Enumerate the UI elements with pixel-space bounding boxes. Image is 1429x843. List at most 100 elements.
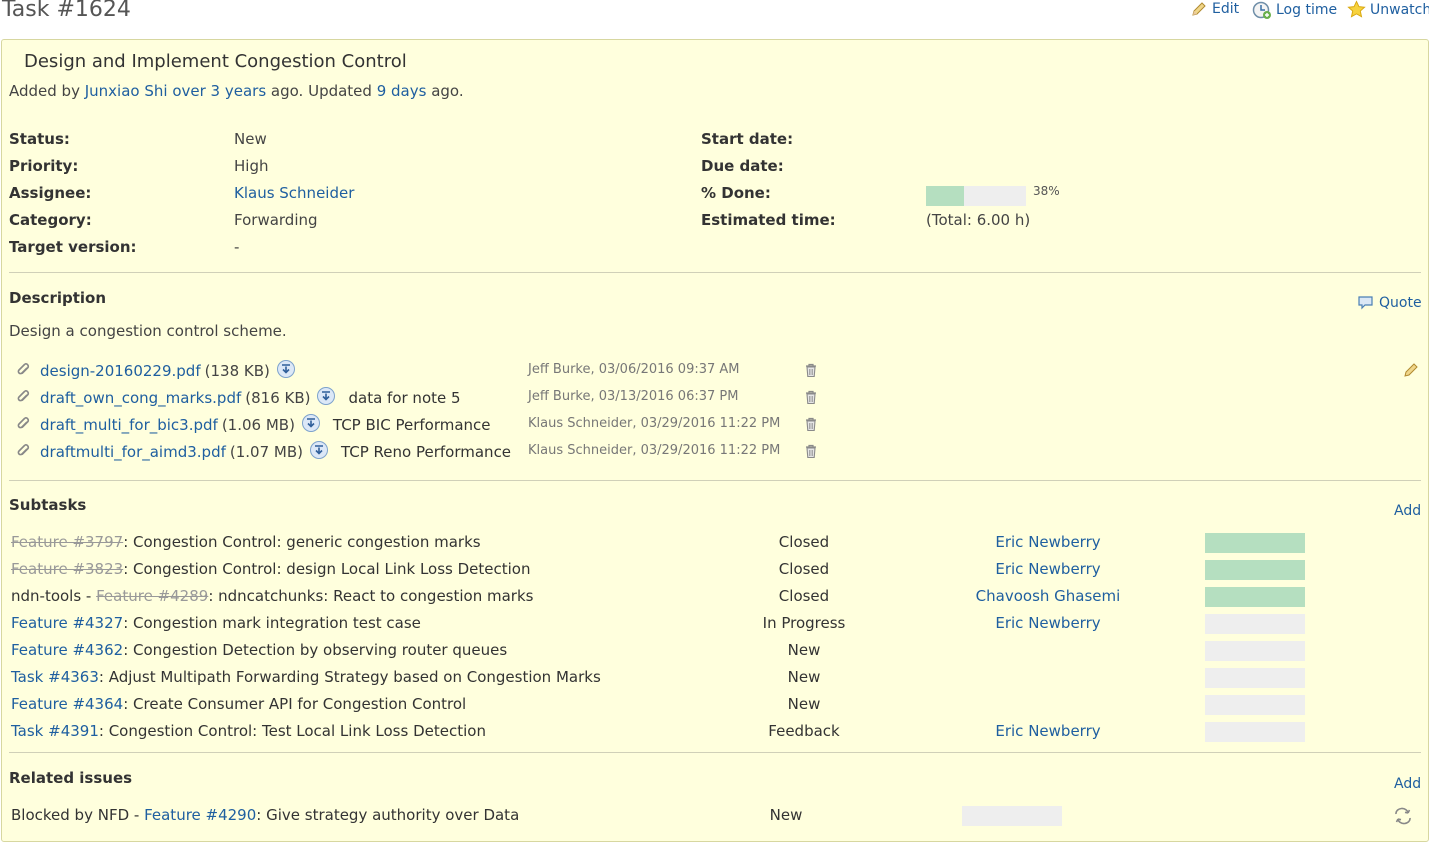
- assignee-link[interactable]: Klaus Schneider: [234, 184, 354, 202]
- attachment-row: draft_multi_for_bic3.pdf (1.06 MB) TCP BIC…: [14, 413, 491, 437]
- relation-title: : Give strategy authority over Data: [256, 806, 520, 824]
- done-progress-fill: [926, 186, 964, 206]
- subtask-subject: Feature #3823: Congestion Control: desig…: [11, 560, 531, 578]
- divider: [9, 272, 1421, 273]
- download-icon[interactable]: [276, 359, 296, 383]
- done-progress-bar: [926, 186, 1026, 206]
- quote-label[interactable]: Quote: [1379, 295, 1422, 311]
- status-value: New: [234, 130, 267, 148]
- assignee-label: Assignee:: [9, 184, 92, 202]
- author-prefix: Added by: [9, 82, 85, 100]
- subtask-assignee[interactable]: Eric Newberry: [948, 722, 1148, 740]
- trash-icon[interactable]: [804, 416, 818, 436]
- attachment-row: draftmulti_for_aimd3.pdf (1.07 MB) TCP Ren…: [14, 440, 511, 464]
- subtask-title: : Congestion Control: design Local Link …: [123, 560, 531, 578]
- attachment-link[interactable]: draftmulti_for_aimd3.pdf: [40, 443, 226, 461]
- log-time-link[interactable]: Log time: [1252, 0, 1337, 20]
- subtask-title: : ndncatchunks: React to congestion mark…: [208, 587, 534, 605]
- subtask-assignee[interactable]: Eric Newberry: [948, 614, 1148, 632]
- download-icon[interactable]: [309, 440, 329, 464]
- download-icon[interactable]: [301, 413, 321, 437]
- description-text: Design a congestion control scheme.: [9, 322, 287, 340]
- subtask-link[interactable]: Feature #4362: [11, 641, 123, 659]
- pencil-icon: [1190, 0, 1208, 18]
- estimated-time-value: (Total: 6.00 h): [926, 211, 1031, 229]
- description-heading: Description: [9, 289, 107, 307]
- target-version-label: Target version:: [9, 238, 137, 256]
- edit-label[interactable]: Edit: [1212, 1, 1239, 17]
- attachment-size: (1.07 MB): [229, 443, 303, 461]
- attachment-row: design-20160229.pdf (138 KB): [14, 359, 308, 383]
- edit-link[interactable]: Edit: [1190, 0, 1239, 18]
- subtask-link[interactable]: Feature #3823: [11, 560, 123, 578]
- updated-link[interactable]: 9 days: [377, 82, 427, 100]
- subtasks-heading: Subtasks: [9, 496, 87, 514]
- relation-status: New: [769, 806, 803, 824]
- log-time-label[interactable]: Log time: [1276, 2, 1337, 18]
- paperclip-icon: [14, 442, 30, 462]
- attachment-meta: Klaus Schneider, 03/29/2016 11:22 PM: [528, 416, 781, 431]
- attachment-size: (138 KB): [204, 362, 270, 380]
- subtask-link[interactable]: Feature #4289: [96, 587, 208, 605]
- subtask-assignee[interactable]: Chavoosh Ghasemi: [948, 587, 1148, 605]
- attachment-link[interactable]: draft_multi_for_bic3.pdf: [40, 416, 218, 434]
- subtask-status: New: [787, 641, 821, 659]
- trash-icon[interactable]: [804, 389, 818, 409]
- attachment-row: draft_own_cong_marks.pdf (816 KB) data for…: [14, 386, 461, 410]
- subtask-assignee[interactable]: Eric Newberry: [948, 533, 1148, 551]
- subtask-progress-fill: [1205, 587, 1305, 607]
- subtask-progress-bar: [1205, 641, 1305, 661]
- attachment-link[interactable]: draft_own_cong_marks.pdf: [40, 389, 241, 407]
- subtask-progress-bar: [1205, 533, 1305, 553]
- subtask-link[interactable]: Feature #4327: [11, 614, 123, 632]
- remove-relation-icon[interactable]: [1393, 807, 1413, 829]
- unwatch-link[interactable]: Unwatch: [1347, 0, 1429, 19]
- quote-link[interactable]: Quote: [1357, 295, 1422, 311]
- subtask-progress-bar: [1205, 560, 1305, 580]
- attachment-description: data for note 5: [348, 389, 461, 407]
- trash-icon[interactable]: [804, 443, 818, 463]
- attachment-meta: Klaus Schneider, 03/29/2016 11:22 PM: [528, 443, 781, 458]
- trash-icon[interactable]: [804, 362, 818, 382]
- subtask-assignee[interactable]: Eric Newberry: [948, 560, 1148, 578]
- subtask-progress-fill: [1205, 533, 1305, 553]
- attachment-description: TCP BIC Performance: [332, 416, 491, 434]
- relation-prefix: Blocked by NFD -: [11, 806, 145, 824]
- target-version-value: -: [234, 238, 240, 256]
- add-subtask-link[interactable]: Add: [1394, 503, 1421, 519]
- subtask-link[interactable]: Task #4391: [11, 722, 99, 740]
- paperclip-icon: [14, 388, 30, 408]
- subtask-progress-bar: [1205, 668, 1305, 688]
- edit-attachments-pencil-icon[interactable]: [1402, 361, 1420, 383]
- subtask-progress-bar: [1205, 722, 1305, 742]
- subtask-status: Closed: [778, 533, 830, 551]
- star-icon: [1347, 0, 1366, 19]
- page-title: Task #1624: [2, 0, 131, 22]
- download-icon[interactable]: [316, 386, 336, 410]
- created-link[interactable]: over 3 years: [172, 82, 266, 100]
- subtask-title: : Congestion mark integration test case: [123, 614, 421, 632]
- done-percent-text: 38%: [1033, 184, 1060, 198]
- divider: [9, 480, 1421, 481]
- priority-label: Priority:: [9, 157, 79, 175]
- attachment-size: (1.06 MB): [221, 416, 295, 434]
- subtask-link[interactable]: Feature #3797: [11, 533, 123, 551]
- subtask-link[interactable]: Feature #4364: [11, 695, 123, 713]
- add-relation-link[interactable]: Add: [1394, 776, 1421, 792]
- unwatch-label[interactable]: Unwatch: [1370, 2, 1429, 18]
- paperclip-icon: [14, 361, 30, 381]
- author-link[interactable]: Junxiao Shi: [85, 82, 168, 100]
- paperclip-icon: [14, 415, 30, 435]
- subtask-subject: Feature #3797: Congestion Control: gener…: [11, 533, 481, 551]
- subtask-link[interactable]: Task #4363: [11, 668, 99, 686]
- subtask-title: : Congestion Control: Test Local Link Lo…: [98, 722, 486, 740]
- subtask-title: : Adjust Multipath Forwarding Strategy b…: [98, 668, 601, 686]
- subtask-status: In Progress: [762, 614, 846, 632]
- subtask-subject: ndn-tools - Feature #4289: ndncatchunks:…: [11, 587, 533, 605]
- divider: [9, 752, 1421, 753]
- subtask-progress-fill: [1205, 560, 1305, 580]
- relation-link[interactable]: Feature #4290: [144, 806, 256, 824]
- subtask-subject: Feature #4327: Congestion mark integrati…: [11, 614, 421, 632]
- subtask-progress-bar: [1205, 614, 1305, 634]
- attachment-link[interactable]: design-20160229.pdf: [40, 362, 201, 380]
